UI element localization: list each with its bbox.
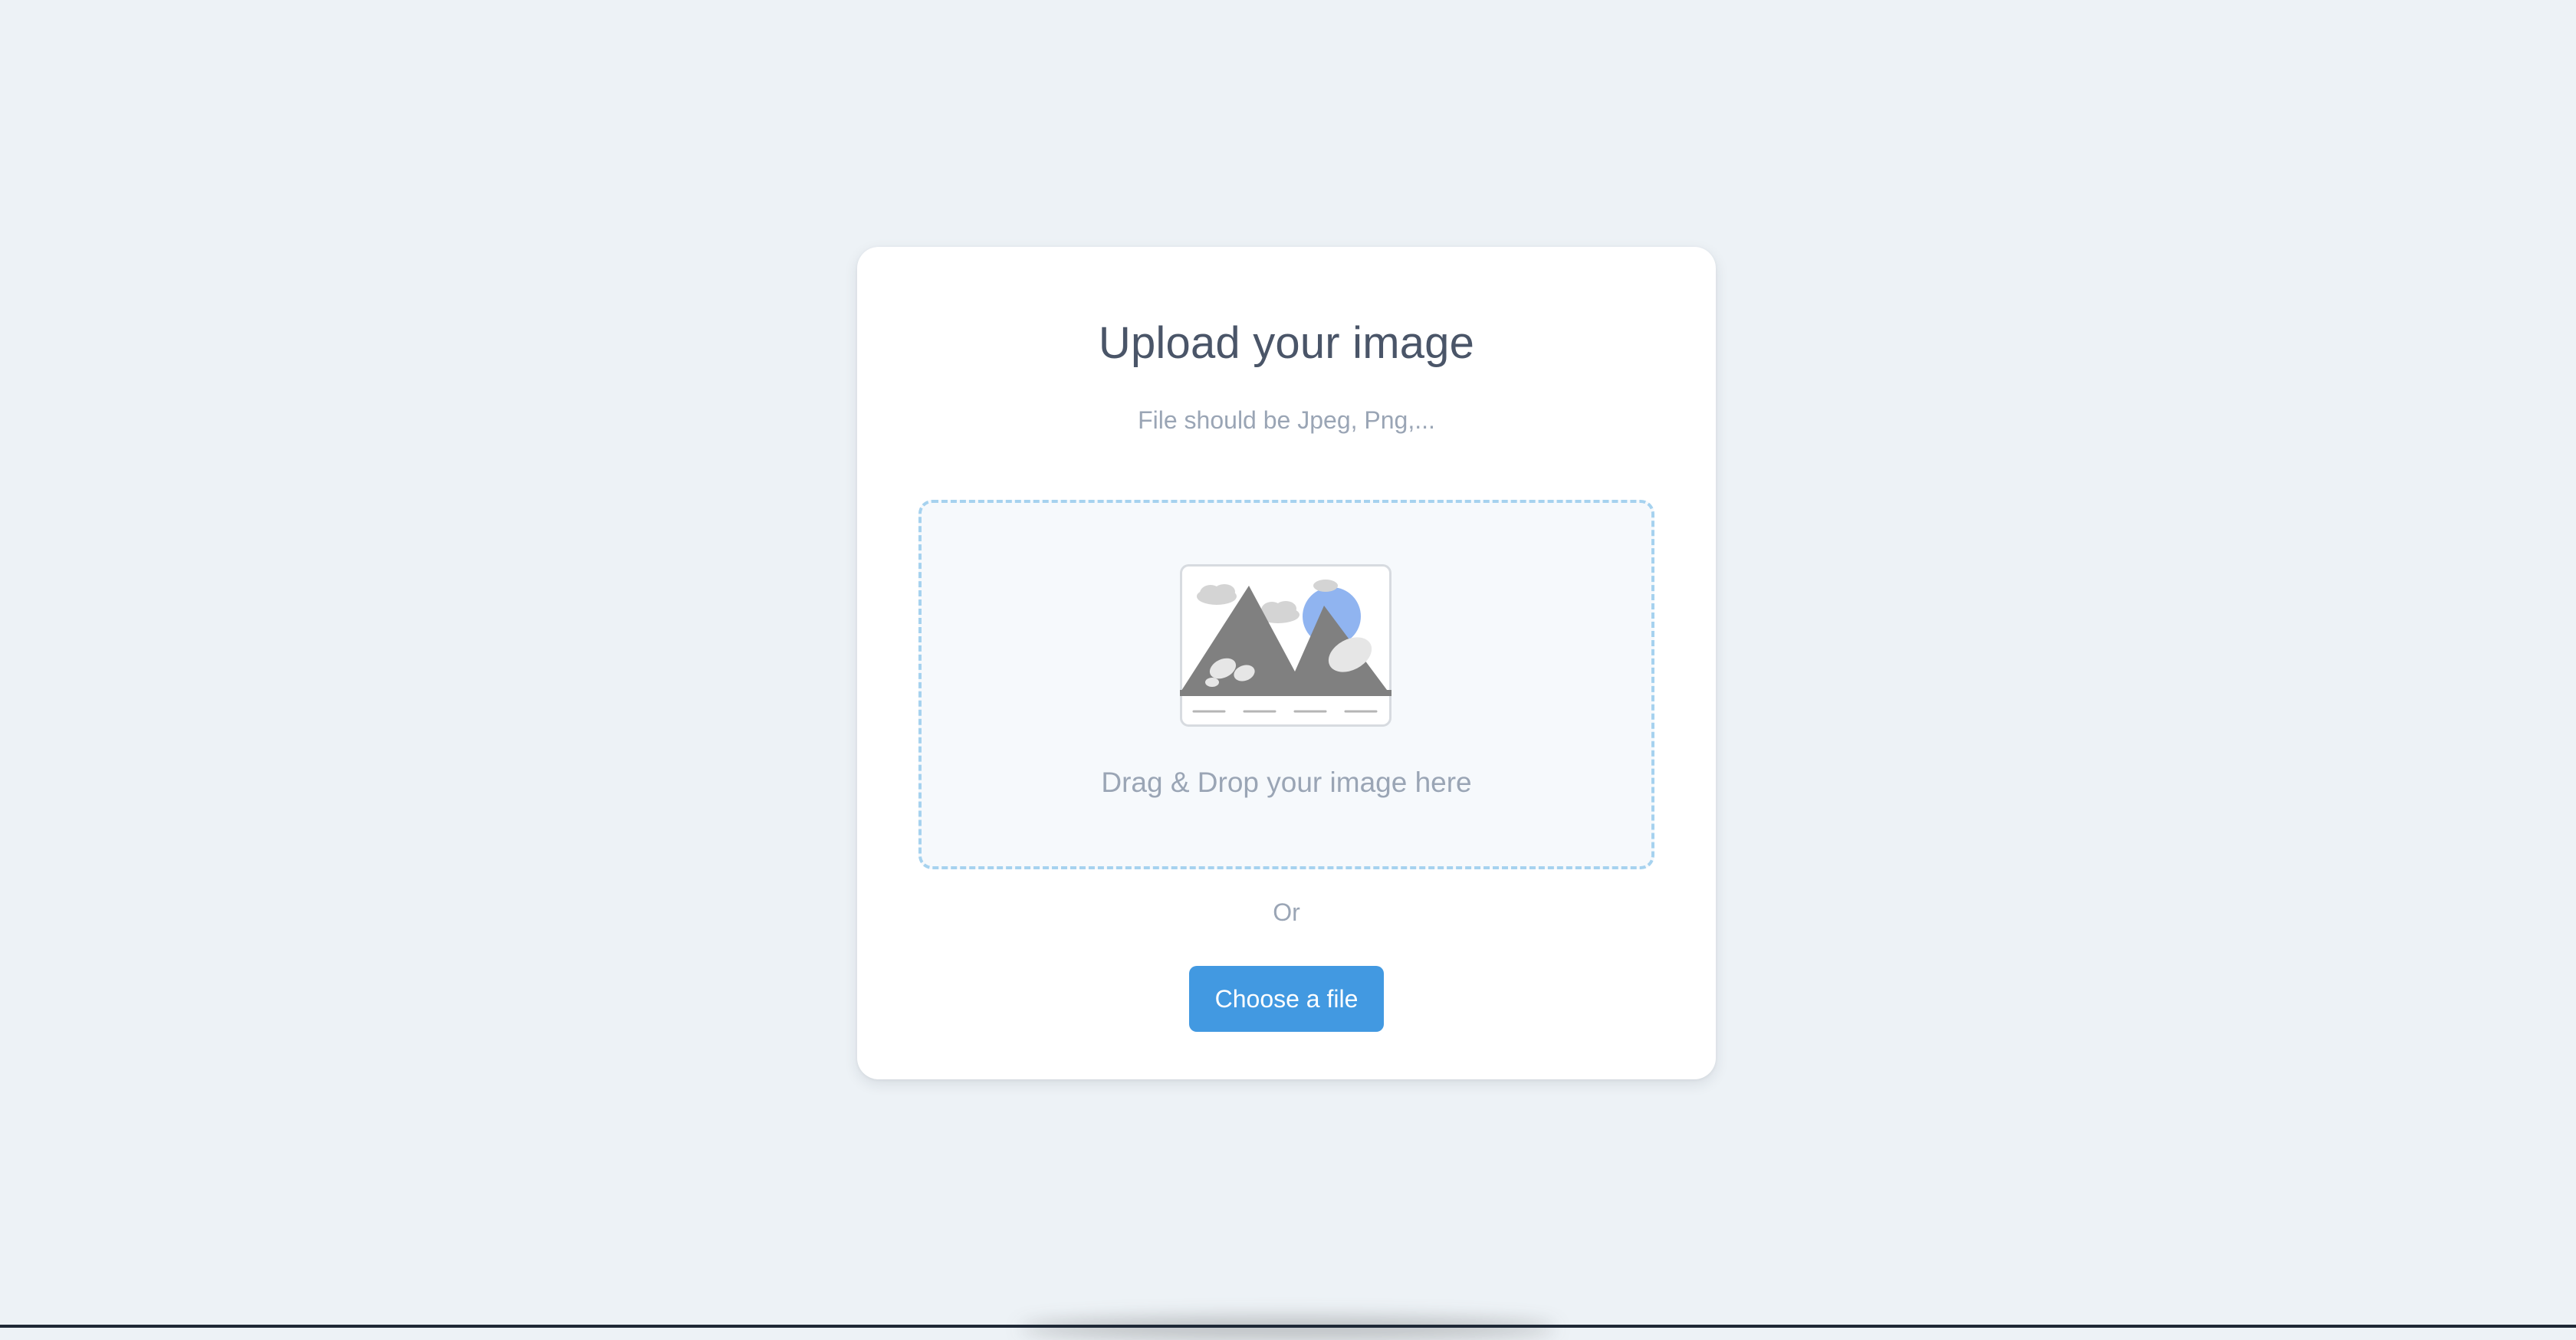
choose-file-button[interactable]: Choose a file [1189, 966, 1384, 1032]
or-separator: Or [1273, 898, 1300, 926]
image-dropzone[interactable]: Drag & Drop your image here [918, 500, 1654, 869]
image-placeholder-icon [1180, 564, 1392, 727]
bottom-edge [0, 1325, 2576, 1328]
bottom-shadow [1020, 1317, 1556, 1340]
file-type-hint: File should be Jpeg, Png,... [1138, 406, 1435, 434]
page-title: Upload your image [1098, 318, 1475, 368]
upload-card: Upload your image File should be Jpeg, P… [857, 247, 1716, 1079]
dropzone-label: Drag & Drop your image here [1101, 767, 1472, 798]
